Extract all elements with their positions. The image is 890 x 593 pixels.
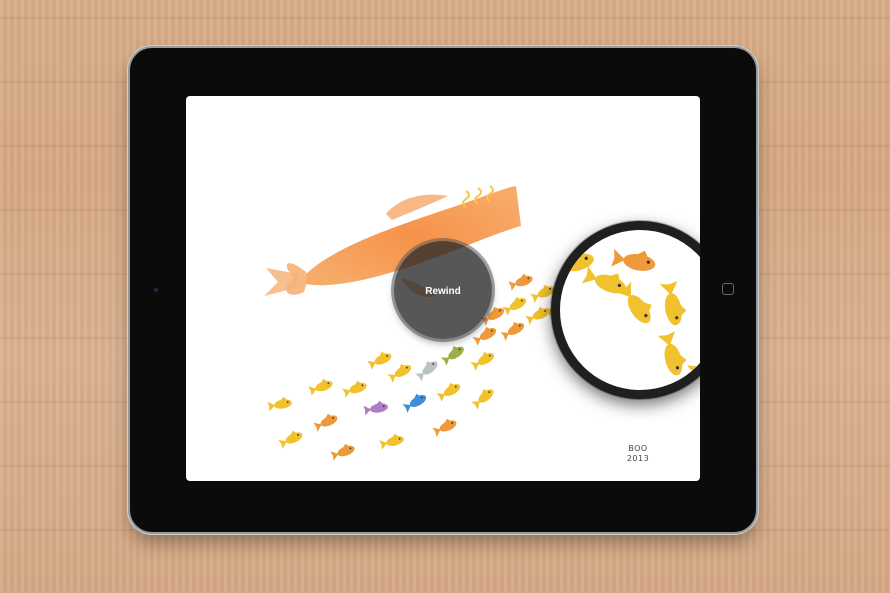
home-button[interactable] bbox=[722, 283, 734, 295]
signature-name: BOO bbox=[628, 444, 648, 453]
rewind-label: Rewind bbox=[425, 285, 461, 297]
ipad-device: BOO 2013 Rewind bbox=[130, 48, 756, 532]
magnified-view bbox=[560, 245, 700, 381]
app-screen[interactable]: BOO 2013 Rewind bbox=[186, 96, 700, 481]
rewind-button[interactable]: Rewind bbox=[394, 241, 492, 339]
camera-icon bbox=[154, 288, 158, 292]
signature-year: 2013 bbox=[626, 454, 650, 463]
artist-signature: BOO 2013 bbox=[618, 444, 658, 464]
